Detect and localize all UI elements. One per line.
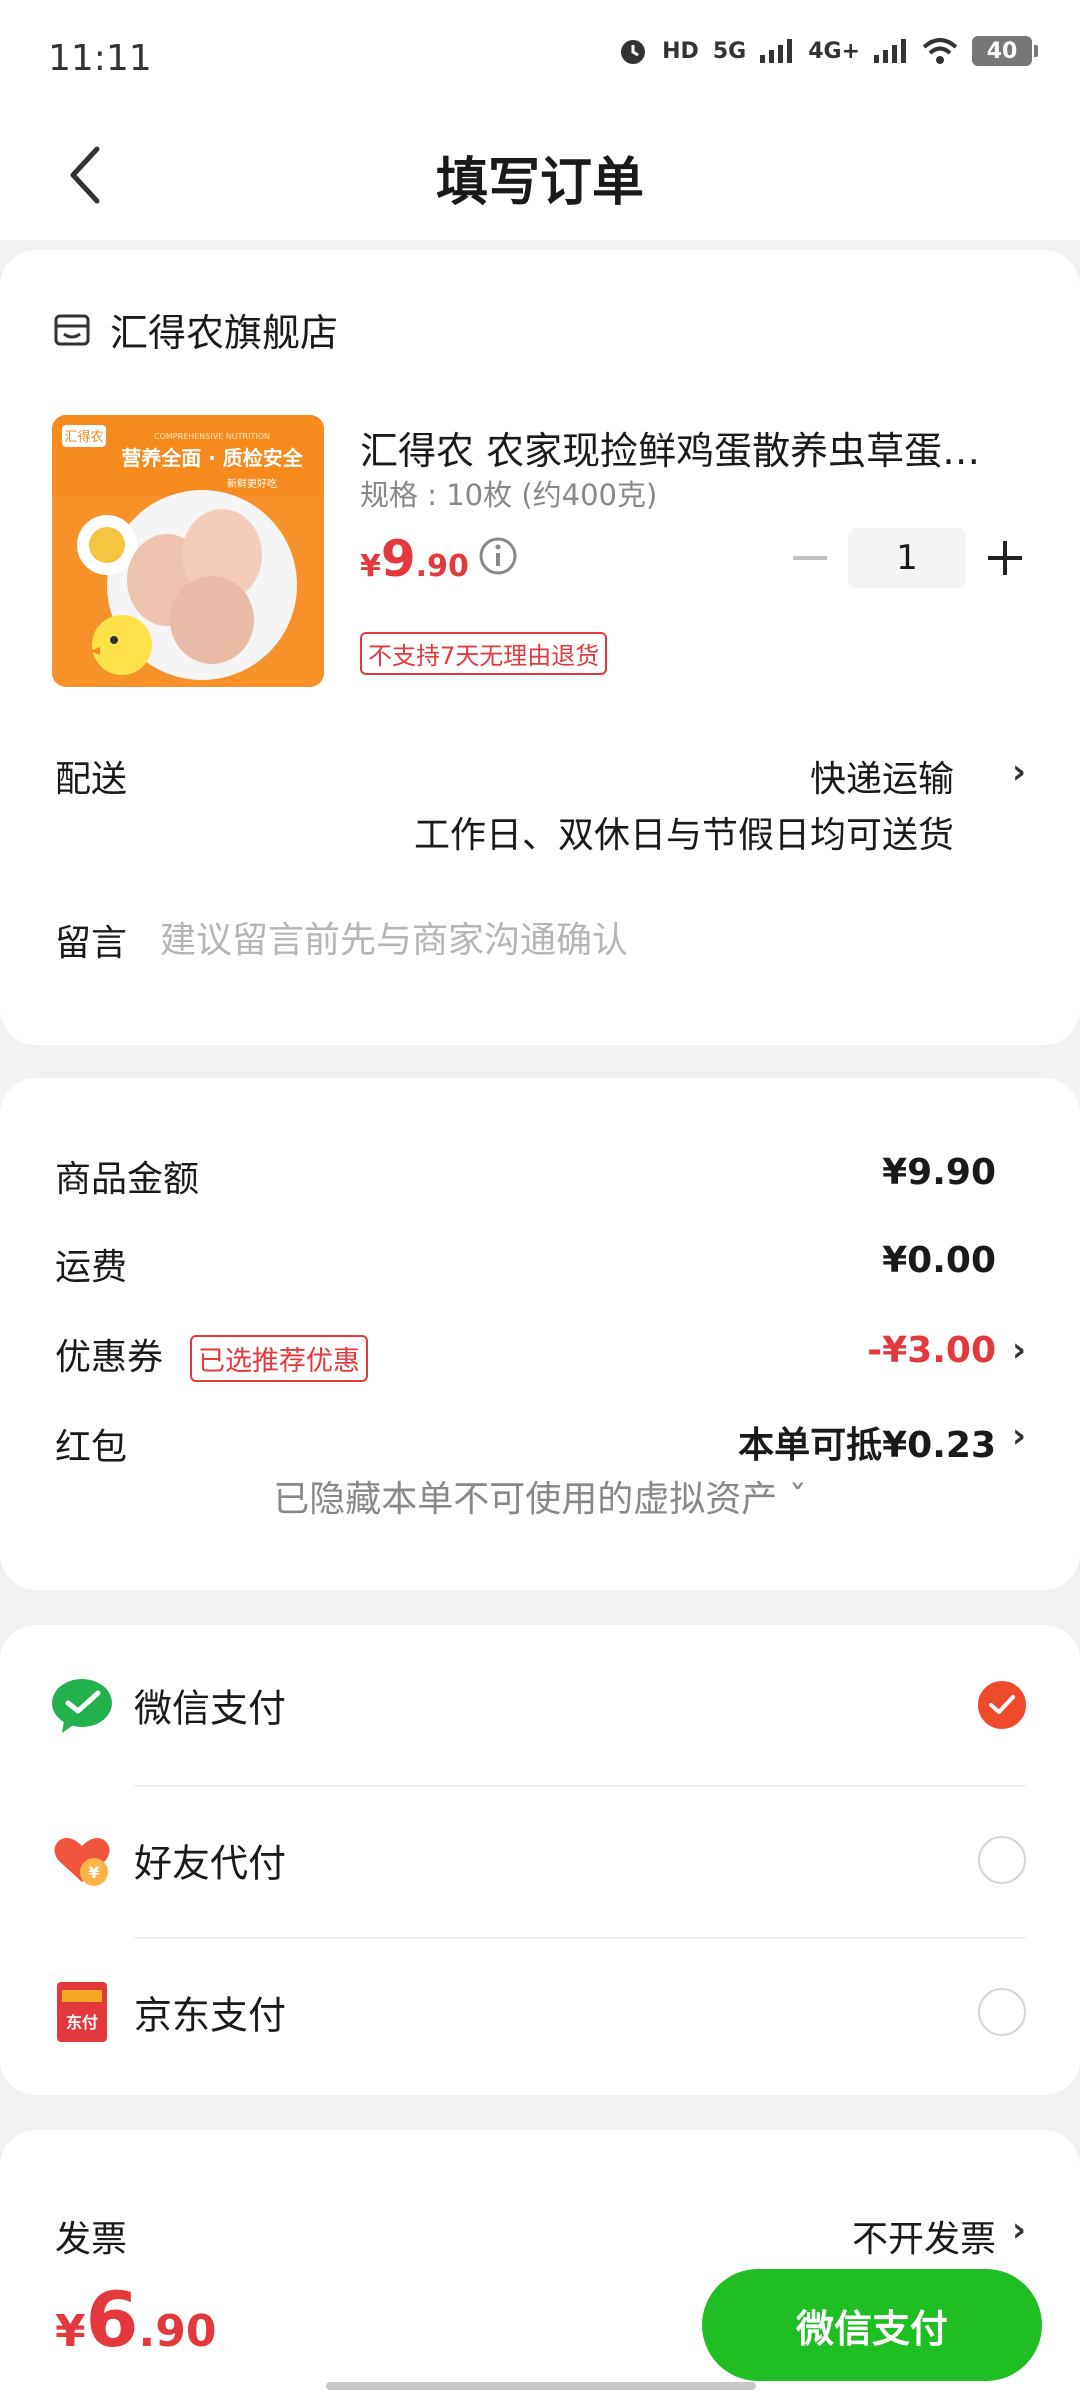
signal-bars-icon xyxy=(874,39,908,63)
message-label: 留言 xyxy=(55,923,128,964)
status-time: 11:11 xyxy=(48,38,152,79)
hidden-assets-toggle[interactable]: 已隐藏本单不可使用的虚拟资产 ˇ xyxy=(0,1470,1080,1522)
shipping-label: 运费 xyxy=(55,1247,128,1288)
payment-option-jd[interactable]: 东付 京东支付 xyxy=(0,1937,1080,2087)
alarm-icon xyxy=(618,36,648,66)
total-price: ¥ 6 .90 xyxy=(55,2275,216,2364)
shop-name: 汇得农旗舰店 xyxy=(110,311,339,355)
price-integer: 9 xyxy=(380,530,416,588)
check-icon xyxy=(989,1695,1015,1714)
quantity-input[interactable]: 1 xyxy=(848,528,966,588)
friend-pay-icon-text: ¥ xyxy=(88,1863,99,1882)
status-icons: HD 5G 4G+ 40 xyxy=(618,36,1038,66)
signal-5g-label: 5G xyxy=(712,38,747,64)
plus-icon xyxy=(988,541,1022,575)
hd-label: HD xyxy=(662,38,699,64)
total-integer: 6 xyxy=(85,2275,139,2364)
chevron-right-icon[interactable]: › xyxy=(1012,1416,1026,1456)
total-currency: ¥ xyxy=(55,2306,86,2357)
battery-icon: 40 xyxy=(972,36,1038,66)
nav-bar: 填写订单 xyxy=(0,110,1080,240)
jd-pay-icon: 东付 xyxy=(52,1982,112,2042)
product-spec: 规格 : 10枚 (约400克) xyxy=(360,478,658,512)
payment-label: 京东支付 xyxy=(134,1993,287,2038)
payment-option-friend[interactable]: ¥ 好友代付 xyxy=(0,1785,1080,1935)
goods-amount-label: 商品金额 xyxy=(55,1159,200,1200)
shop-header[interactable]: 汇得农旗舰店 xyxy=(52,302,338,357)
page-title: 填写订单 xyxy=(435,153,644,213)
status-bar: 11:11 HD 5G 4G+ 40 xyxy=(0,0,1080,110)
price-currency: ¥ xyxy=(360,549,381,584)
shipping-value: ¥0.00 xyxy=(882,1240,996,1281)
signal-4g-label: 4G+ xyxy=(808,38,860,64)
payment-label: 微信支付 xyxy=(134,1686,287,1731)
store-icon xyxy=(54,314,90,345)
payment-method-card: 微信支付 ¥ 好友代付 东付 京东支付 xyxy=(0,1625,1080,2095)
payment-radio-selected[interactable] xyxy=(978,1681,1026,1729)
redpacket-label: 红包 xyxy=(55,1427,128,1468)
chevron-right-icon[interactable]: › xyxy=(1012,752,1026,792)
friend-pay-icon: ¥ xyxy=(52,1830,112,1890)
payment-radio[interactable] xyxy=(978,1988,1026,2036)
chevron-right-icon[interactable]: › xyxy=(1012,2210,1026,2250)
minus-icon xyxy=(793,556,827,560)
product-image-small: 新鲜更好吃 xyxy=(227,477,277,490)
price-summary-card: 商品金额 ¥9.90 运费 ¥0.00 优惠券 已选推荐优惠 -¥3.00 › … xyxy=(0,1078,1080,1590)
coupon-label: 优惠券 xyxy=(55,1337,164,1378)
redpacket-value[interactable]: 本单可抵¥0.23 xyxy=(738,1416,996,1468)
goods-amount-value: ¥9.90 xyxy=(882,1152,996,1193)
order-item-card: 汇得农旗舰店 汇得农 COMPREHENSIVE NUTRITION 营养全面 … xyxy=(0,250,1080,1045)
info-icon[interactable] xyxy=(478,536,518,576)
signal-bars-icon xyxy=(760,39,794,63)
product-image-sub: COMPREHENSIVE NUTRITION xyxy=(154,432,270,441)
delivery-note: 工作日、双休日与节假日均可送货 xyxy=(413,815,954,856)
coupon-value[interactable]: -¥3.00 xyxy=(867,1330,996,1371)
delivery-method[interactable]: 快递运输 xyxy=(810,750,954,802)
jd-pay-icon-text: 东付 xyxy=(66,2013,98,2032)
total-decimal: .90 xyxy=(138,2306,217,2357)
quantity-decrease-button[interactable] xyxy=(785,530,835,586)
product-image-brand: 汇得农 xyxy=(64,429,103,445)
product-price: ¥ 9 .90 xyxy=(360,530,469,588)
home-indicator xyxy=(326,2382,756,2390)
payment-label: 好友代付 xyxy=(134,1841,287,1886)
product-image-banner: 营养全面 · 质检安全 xyxy=(121,446,304,470)
checkout-bar: ¥ 6 .90 微信支付 xyxy=(0,2255,1080,2400)
wechat-pay-icon xyxy=(52,1675,112,1735)
delivery-label: 配送 xyxy=(55,759,128,800)
product-image[interactable]: 汇得农 COMPREHENSIVE NUTRITION 营养全面 · 质检安全 … xyxy=(52,415,324,687)
product-title[interactable]: 汇得农 农家现捡鲜鸡蛋散养虫草蛋… xyxy=(360,420,1000,475)
wifi-icon xyxy=(922,37,958,65)
payment-radio[interactable] xyxy=(978,1836,1026,1884)
coupon-badge: 已选推荐优惠 xyxy=(190,1335,368,1382)
no-return-tag: 不支持7天无理由退货 xyxy=(360,632,608,675)
wechat-pay-button[interactable]: 微信支付 xyxy=(702,2269,1042,2381)
price-decimal: .90 xyxy=(415,549,469,584)
quantity-increase-button[interactable] xyxy=(980,530,1030,586)
chevron-right-icon[interactable]: › xyxy=(1012,1330,1026,1370)
message-input[interactable] xyxy=(160,910,1020,970)
payment-option-wechat[interactable]: 微信支付 xyxy=(0,1630,1080,1780)
